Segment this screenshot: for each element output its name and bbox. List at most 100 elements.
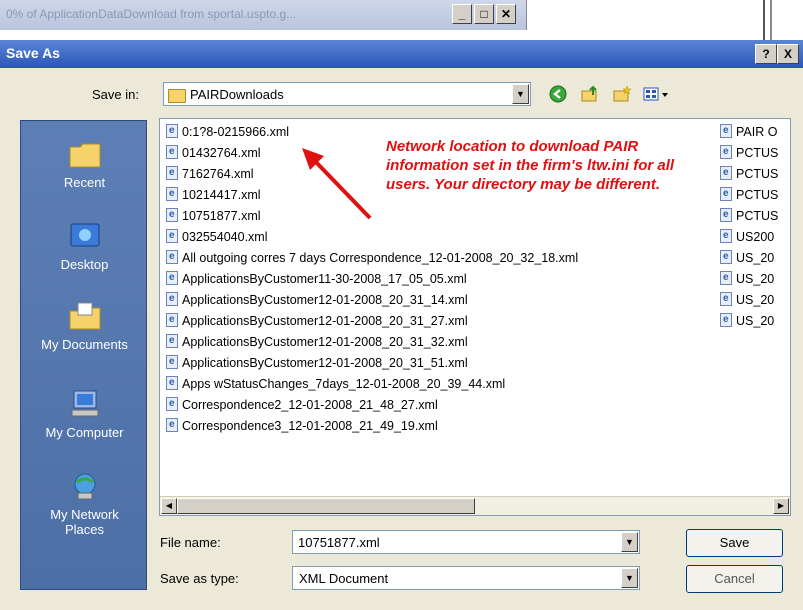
save-as-dialog: Save As ? X Save in: PAIRDownloads ▼ Rec…: [0, 40, 803, 610]
xml-file-icon: [166, 289, 178, 308]
xml-file-icon: [720, 310, 732, 329]
place-desktop-label: Desktop: [60, 257, 109, 272]
xml-file-icon: [720, 205, 732, 224]
views-menu-icon[interactable]: [640, 85, 674, 107]
xml-file-icon: [166, 373, 178, 392]
file-item[interactable]: ApplicationsByCustomer11-30-2008_17_05_0…: [166, 268, 467, 289]
background-window-titlebar: 0% of ApplicationDataDownload from sport…: [0, 0, 527, 30]
place-my-documents-label: My Documents: [41, 337, 128, 352]
xml-file-icon: [720, 289, 732, 308]
scroll-right-icon[interactable]: ▶: [773, 498, 789, 514]
network-places-icon: [74, 473, 95, 500]
xml-file-icon: [166, 226, 178, 245]
file-item[interactable]: Correspondence2_12-01-2008_21_48_27.xml: [166, 394, 438, 415]
file-item[interactable]: US200: [720, 226, 774, 247]
scroll-left-icon[interactable]: ◀: [161, 498, 177, 514]
file-item[interactable]: ApplicationsByCustomer12-01-2008_20_31_3…: [166, 331, 468, 352]
chevron-down-icon[interactable]: ▼: [512, 84, 529, 104]
minimize-icon[interactable]: _: [452, 4, 472, 24]
annotation-arrow-icon: [302, 148, 372, 220]
places-bar: Recent Desktop My Documents My Computer …: [20, 120, 147, 590]
maximize-icon[interactable]: □: [474, 4, 494, 24]
new-folder-icon[interactable]: [610, 85, 634, 107]
folder-icon: [168, 88, 186, 103]
xml-file-icon: [720, 184, 732, 203]
xml-file-icon: [166, 415, 178, 434]
file-item[interactable]: ApplicationsByCustomer12-01-2008_20_31_1…: [166, 289, 468, 310]
dialog-titlebar: Save As ? X: [0, 40, 803, 68]
file-item[interactable]: US_20: [720, 268, 774, 289]
xml-file-icon: [720, 163, 732, 182]
place-my-documents[interactable]: My Documents: [21, 301, 148, 352]
file-item[interactable]: All outgoing corres 7 days Correspondenc…: [166, 247, 578, 268]
file-item[interactable]: PAIR O: [720, 121, 777, 142]
background-window-title: 0% of ApplicationDataDownload from sport…: [6, 7, 297, 21]
background-window-edge: [763, 0, 803, 40]
place-my-computer-label: My Computer: [45, 425, 124, 440]
save-button[interactable]: Save: [686, 529, 783, 557]
file-name-combo[interactable]: ▼: [292, 530, 640, 554]
up-folder-icon[interactable]: [578, 85, 602, 107]
file-item[interactable]: PCTUS: [720, 205, 778, 226]
horizontal-scrollbar[interactable]: ◀ ▶: [160, 496, 790, 515]
chevron-down-icon[interactable]: ▼: [621, 532, 638, 552]
xml-file-icon: [720, 121, 732, 140]
file-item[interactable]: ApplicationsByCustomer12-01-2008_20_31_5…: [166, 352, 468, 373]
save-as-type-dropdown[interactable]: XML Document ▼: [292, 566, 640, 590]
file-item[interactable]: 10751877.xml: [166, 205, 261, 226]
dialog-title: Save As: [6, 45, 60, 61]
file-item[interactable]: Correspondence3_12-01-2008_21_49_19.xml: [166, 415, 438, 436]
xml-file-icon: [166, 331, 178, 350]
place-recent[interactable]: Recent: [21, 139, 148, 190]
file-name-input[interactable]: [293, 531, 621, 553]
xml-file-icon: [720, 142, 732, 161]
place-desktop[interactable]: Desktop: [21, 221, 148, 272]
file-item[interactable]: 7162764.xml: [166, 163, 254, 184]
file-item[interactable]: 01432764.xml: [166, 142, 261, 163]
file-name-label: File name:: [160, 535, 221, 550]
place-my-network-label: My Network Places: [50, 507, 119, 537]
file-item[interactable]: PCTUS: [720, 142, 778, 163]
my-computer-icon: [71, 390, 98, 417]
file-item[interactable]: PCTUS: [720, 184, 778, 205]
save-in-dropdown[interactable]: PAIRDownloads ▼: [163, 82, 531, 106]
xml-file-icon: [166, 247, 178, 266]
xml-file-icon: [166, 163, 178, 182]
file-item[interactable]: US_20: [720, 310, 774, 331]
file-item[interactable]: 10214417.xml: [166, 184, 261, 205]
desktop-icon: [70, 223, 99, 247]
xml-file-icon: [166, 352, 178, 371]
my-documents-icon: [69, 302, 100, 330]
chevron-down-icon[interactable]: ▼: [621, 568, 638, 588]
file-item[interactable]: ApplicationsByCustomer12-01-2008_20_31_2…: [166, 310, 468, 331]
xml-file-icon: [166, 310, 178, 329]
xml-file-icon: [166, 142, 178, 161]
dialog-title-controls: ? X: [755, 44, 799, 64]
file-item[interactable]: 0:1?8-0215966.xml: [166, 121, 289, 142]
close-icon[interactable]: ✕: [496, 4, 516, 24]
scrollbar-thumb[interactable]: [177, 498, 475, 514]
xml-file-icon: [166, 394, 178, 413]
file-item[interactable]: Apps wStatusChanges_7days_12-01-2008_20_…: [166, 373, 505, 394]
background-window-edge-line: [770, 0, 772, 40]
place-recent-label: Recent: [63, 175, 106, 190]
file-item[interactable]: US_20: [720, 289, 774, 310]
place-my-computer[interactable]: My Computer: [21, 389, 148, 440]
xml-file-icon: [166, 268, 178, 287]
help-button[interactable]: ?: [755, 44, 777, 64]
cancel-button[interactable]: Cancel: [686, 565, 783, 593]
background-window-controls: _ □ ✕: [452, 4, 516, 24]
save-as-type-label: Save as type:: [160, 571, 239, 586]
file-item[interactable]: 032554040.xml: [166, 226, 267, 247]
place-my-network[interactable]: My Network Places: [21, 471, 148, 537]
file-item[interactable]: PCTUS: [720, 163, 778, 184]
file-item[interactable]: US_20: [720, 247, 774, 268]
xml-file-icon: [720, 247, 732, 266]
dialog-close-button[interactable]: X: [777, 44, 799, 64]
xml-file-icon: [720, 268, 732, 287]
xml-file-icon: [720, 226, 732, 245]
save-in-value: PAIRDownloads: [190, 87, 284, 102]
xml-file-icon: [166, 121, 178, 140]
annotation-note: Network location to download PAIR inform…: [386, 138, 675, 193]
back-icon[interactable]: [546, 85, 570, 107]
